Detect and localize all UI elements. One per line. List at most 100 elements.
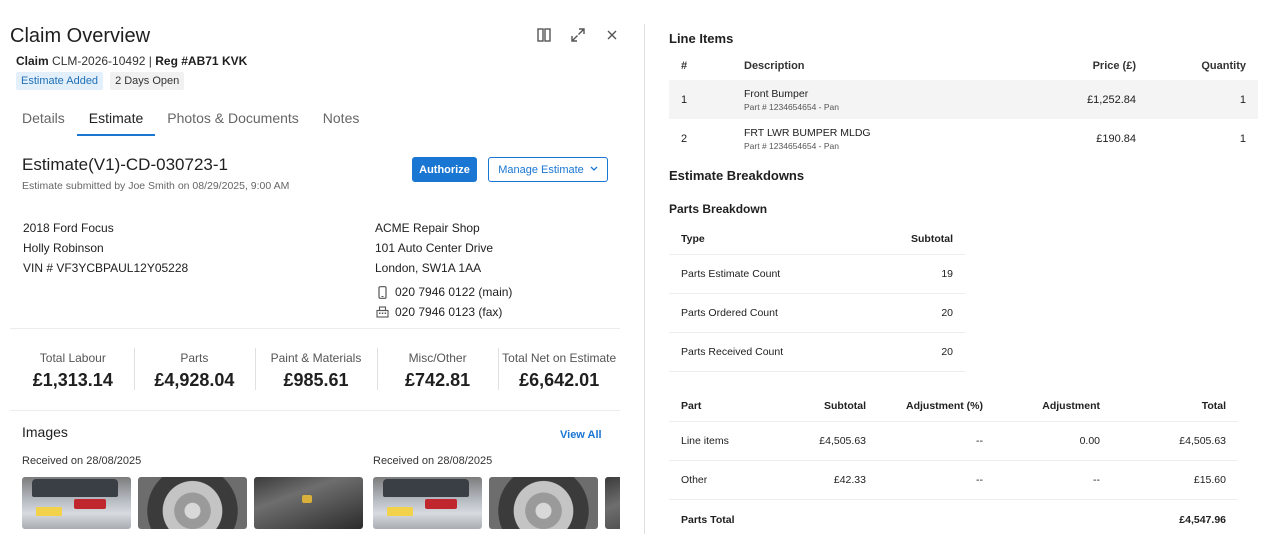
line-items-title: Line Items <box>669 31 734 46</box>
part-adjustment-pct: -- <box>976 435 983 447</box>
columns-icon[interactable] <box>534 25 554 45</box>
expand-icon[interactable] <box>568 25 588 45</box>
received-date: Received on 28/08/2025 <box>22 455 142 467</box>
column-header: Subtotal <box>911 233 953 245</box>
vehicle-vin: VIN # VF3YCBPAUL12Y05228 <box>23 261 189 275</box>
parts-total-value: £4,547.96 <box>1179 513 1226 526</box>
estimate-breakdowns-title: Estimate Breakdowns <box>669 168 805 183</box>
claim-separator: | <box>148 54 152 68</box>
parts-totals-table: Part Subtotal Adjustment (%) Adjustment … <box>669 390 1238 539</box>
part-name: Line items <box>681 435 729 447</box>
photo-thumbnail[interactable] <box>489 477 598 529</box>
table-footer: Parts Total £4,547.96 <box>669 500 1238 539</box>
claim-info: Claim CLM-2026-10492 | Reg #AB71 KVK <box>16 54 247 68</box>
breakdown-type: Parts Estimate Count <box>681 268 781 280</box>
total-value: £742.81 <box>405 370 471 390</box>
total-label: Parts <box>180 351 209 365</box>
breakdown-subtotal: 20 <box>941 346 953 358</box>
received-date: Received on 28/08/2025 <box>373 455 493 467</box>
phone-main[interactable]: 020 7946 0122 (main) <box>395 282 512 302</box>
photo-thumbnail[interactable] <box>22 477 131 529</box>
shop-name: ACME Repair Shop <box>375 221 480 235</box>
table-row: Line items £4,505.63 -- 0.00 £4,505.63 <box>669 422 1238 461</box>
part-adjustment-pct: -- <box>976 474 983 486</box>
column-header: # <box>681 60 688 72</box>
column-header: Total <box>1201 399 1226 412</box>
divider <box>10 410 620 411</box>
total-value: £6,642.01 <box>519 370 600 390</box>
column-header: Price (£) <box>1092 60 1136 72</box>
claim-number: CLM-2026-10492 <box>52 54 146 68</box>
column-header: Subtotal <box>824 399 866 412</box>
total-paint-materials: Paint & Materials £985.61 <box>255 346 377 391</box>
total-parts: Parts £4,928.04 <box>133 346 256 391</box>
line-description: Front Bumper <box>744 87 809 100</box>
total-labour: Total Labour £1,313.14 <box>12 346 134 391</box>
divider <box>10 328 620 329</box>
column-header: Description <box>744 60 805 72</box>
column-header: Part <box>681 399 702 412</box>
total-label: Total Net on Estimate <box>502 351 617 365</box>
total-misc-other: Misc/Other £742.81 <box>376 346 499 391</box>
reg-label: Reg #AB71 KVK <box>155 54 248 68</box>
tab-details[interactable]: Details <box>10 104 77 136</box>
table-row[interactable]: 1 Front Bumper Part # 1234654654 - Pan £… <box>669 80 1258 119</box>
part-number: Part # 1234654654 - Pan <box>744 140 839 151</box>
column-header: Adjustment <box>1042 399 1100 412</box>
view-all-link[interactable]: View All <box>560 429 602 441</box>
status-badges: Estimate Added 2 Days Open <box>16 72 185 90</box>
shop-address-line2: London, SW1A 1AA <box>375 261 482 275</box>
phone-fax: 020 7946 0123 (fax) <box>395 305 503 319</box>
parts-breakdown-title: Parts Breakdown <box>669 202 768 216</box>
line-quantity: 1 <box>1239 93 1246 106</box>
part-subtotal: £42.33 <box>833 474 866 486</box>
line-items-table: # Description Price (£) Quantity 1 Front… <box>669 52 1258 158</box>
table-header: # Description Price (£) Quantity <box>669 52 1258 80</box>
column-header: Type <box>681 233 705 245</box>
photo-thumbnail[interactable] <box>605 477 620 529</box>
vehicle-info: 2018 Ford Focus Holly Robinson VIN # VF3… <box>23 218 188 278</box>
table-header: Part Subtotal Adjustment (%) Adjustment … <box>669 390 1238 422</box>
part-total: £4,505.63 <box>1179 435 1226 447</box>
close-icon[interactable] <box>602 25 622 45</box>
line-price: £1,252.84 <box>1087 93 1136 106</box>
tab-notes[interactable]: Notes <box>311 104 372 136</box>
line-quantity: 1 <box>1239 132 1246 145</box>
phone-icon <box>375 285 389 299</box>
manage-estimate-button[interactable]: Manage Estimate <box>488 157 608 182</box>
authorize-button[interactable]: Authorize <box>412 157 477 182</box>
part-adjustment: -- <box>1093 474 1100 486</box>
photo-thumbnail[interactable] <box>254 477 363 529</box>
line-number: 2 <box>681 132 688 145</box>
table-row: Parts Received Count 20 <box>669 333 965 372</box>
shop-address-line1: 101 Auto Center Drive <box>375 241 494 255</box>
tab-bar: Details Estimate Photos & Documents Note… <box>10 104 371 136</box>
total-label: Total Labour <box>39 351 106 365</box>
part-subtotal: £4,505.63 <box>819 435 866 447</box>
chevron-down-icon <box>590 165 598 174</box>
total-label: Paint & Materials <box>270 351 362 365</box>
photo-thumbnail[interactable] <box>138 477 247 529</box>
age-badge: 2 Days Open <box>110 72 185 90</box>
photo-thumbnail[interactable] <box>373 477 482 529</box>
totals-summary: Total Labour £1,313.14 Parts £4,928.04 P… <box>12 346 620 391</box>
manage-estimate-label: Manage Estimate <box>498 163 584 176</box>
claim-panel: Claim Overview Claim CLM-2026-10492 | Re… <box>0 0 630 548</box>
parts-total-label: Parts Total <box>681 513 735 526</box>
estimate-details-panel: Line Items # Description Price (£) Quant… <box>645 0 1280 548</box>
tab-estimate[interactable]: Estimate <box>76 104 156 136</box>
total-value: £985.61 <box>283 370 349 390</box>
total-value: £1,313.14 <box>32 370 113 390</box>
claim-label: Claim <box>16 54 49 68</box>
line-price: £190.84 <box>1096 132 1136 145</box>
line-number: 1 <box>681 93 688 106</box>
part-name: Other <box>681 474 708 486</box>
total-label: Misc/Other <box>408 351 467 365</box>
shop-info: ACME Repair Shop 101 Auto Center Drive L… <box>375 218 512 322</box>
breakdown-type: Parts Ordered Count <box>681 307 778 319</box>
images-title: Images <box>22 424 68 440</box>
line-description-cell: Front Bumper Part # 1234654654 - Pan <box>744 88 1024 112</box>
tab-photos-documents[interactable]: Photos & Documents <box>155 104 311 136</box>
image-group-1 <box>22 477 367 529</box>
table-row[interactable]: 2 FRT LWR BUMPER MLDG Part # 1234654654 … <box>669 119 1258 158</box>
